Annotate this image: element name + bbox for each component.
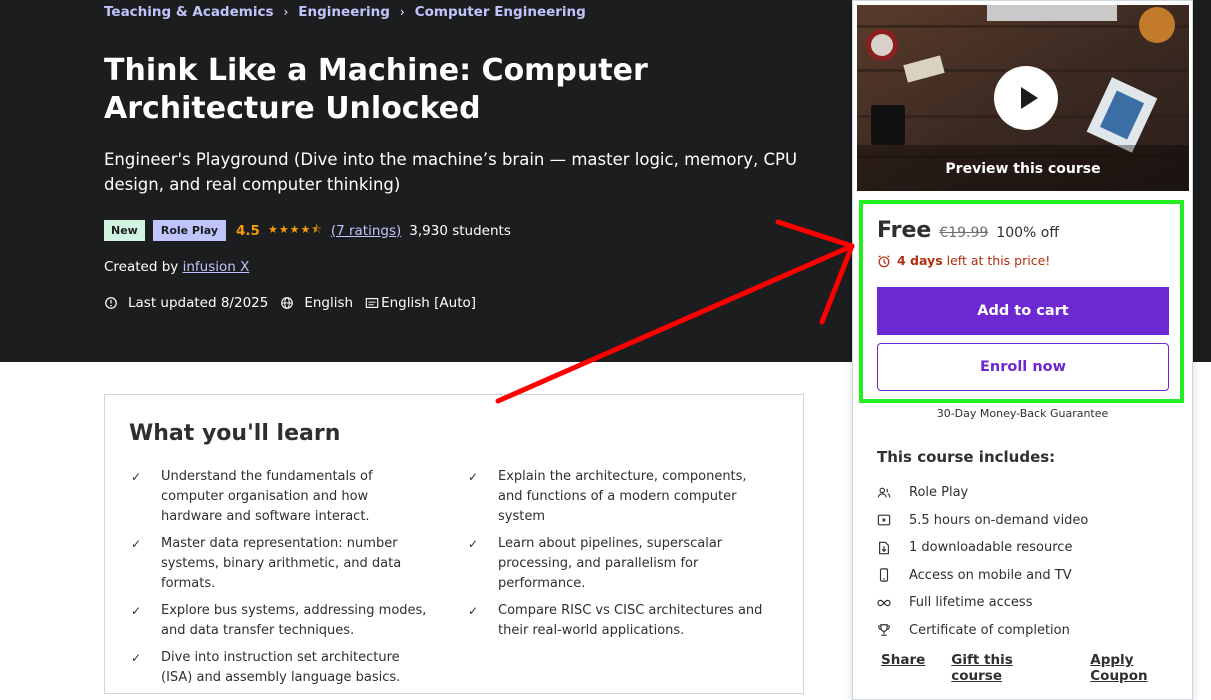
learn-item-text: Explore bus systems, addressing modes, a… [161,603,427,638]
includes-item: Role Play [877,479,1088,507]
course-stats: New Role Play 4.5 ★★★★⯪ (7 ratings) 3,93… [104,220,511,241]
includes-text: Full lifetime access [909,595,1033,611]
file-download-icon [879,541,889,555]
video-icon [877,514,891,526]
learn-column-left: ✓ Understand the fundamentals of computer… [129,467,429,695]
check-icon: ✓ [131,651,142,665]
course-meta: Last updated 8/2025 English English [Aut… [104,295,488,311]
instructor-link[interactable]: infusion X [183,259,250,275]
what-youll-learn-title: What you'll learn [129,421,341,446]
role-play-icon [877,487,891,498]
course-language: English [304,295,354,311]
rating-stars-icon: ★★★★⯪ [267,223,323,236]
includes-item: Access on mobile and TV [877,562,1088,590]
apply-coupon-link[interactable]: Apply Coupon [1090,652,1192,684]
what-youll-learn-box: What you'll learn ✓ Understand the fundam… [104,394,804,694]
course-preview[interactable]: Preview this course [857,5,1189,191]
learn-item: ✓ Understand the fundamentals of computer… [129,467,429,527]
learn-item: ✓ Learn about pipelines, superscalar proc… [466,534,766,594]
breadcrumb-engineering[interactable]: Engineering [298,4,390,20]
learn-item-text: Explain the architecture, components, an… [498,469,747,524]
includes-item: 1 downloadable resource [877,534,1088,562]
created-by-label: Created by [104,259,179,275]
learn-item: ✓ Dive into instruction set architecture … [129,648,429,688]
new-badge: New [104,220,145,241]
money-back-guarantee: 30-Day Money-Back Guarantee [936,407,1109,420]
chevron-right-icon: › [399,5,405,19]
learn-item-text: Master data representation: number syste… [161,536,402,591]
includes-item: Full lifetime access [877,589,1088,617]
play-icon [1021,87,1038,109]
learn-item-text: Dive into instruction set architecture (… [161,650,401,685]
closed-captions-icon [365,298,379,308]
learn-item-text: Understand the fundamentals of computer … [161,469,373,524]
includes-title: This course includes: [877,448,1056,466]
check-icon: ✓ [468,470,479,484]
learn-item: ✓ Compare RISC vs CISC architectures and … [466,601,766,641]
learn-item: ✓ Explore bus systems, addressing modes, … [129,601,429,641]
created-by: Created by infusion X [104,259,249,275]
learn-item-text: Learn about pipelines, superscalar proce… [498,536,723,591]
sidebar-links: Share Gift this course Apply Coupon [881,652,1192,684]
check-icon: ✓ [131,470,142,484]
check-icon: ✓ [468,537,479,551]
course-title: Think Like a Machine: Computer Architect… [104,53,648,126]
play-button[interactable] [994,66,1058,130]
role-play-badge: Role Play [152,220,227,241]
check-icon: ✓ [131,604,142,618]
breadcrumb: Teaching & Academics › Engineering › Com… [104,4,586,20]
last-updated: Last updated 8/2025 [128,295,269,311]
chevron-right-icon: › [283,5,289,19]
globe-icon [281,297,294,309]
rating-value: 4.5 [236,222,260,239]
share-link[interactable]: Share [881,652,925,684]
learn-item: ✓ Master data representation: number syst… [129,534,429,594]
course-captions: English [Auto] [381,295,477,311]
preview-label: Preview this course [945,161,1101,177]
includes-item: 5.5 hours on-demand video [877,507,1088,535]
course-subtitle: Engineer's Playground (Dive into the mac… [104,150,798,194]
highlight-box [859,200,1184,403]
learn-item-text: Compare RISC vs CISC architectures and t… [498,603,763,638]
includes-text: Certificate of completion [909,622,1070,638]
gift-course-link[interactable]: Gift this course [951,652,1064,684]
includes-list: Role Play 5.5 hours on-demand video 1 do… [877,479,1088,644]
mobile-icon [879,568,889,582]
includes-text: Role Play [909,485,969,501]
purchase-sidebar: Preview this course Free €19.99 100% off… [852,0,1193,700]
includes-text: 5.5 hours on-demand video [909,512,1089,528]
includes-item: Certificate of completion [877,617,1088,645]
trophy-icon [878,624,890,637]
infinity-icon [877,599,891,606]
includes-text: Access on mobile and TV [909,567,1072,583]
ratings-count-link[interactable]: (7 ratings) [331,223,401,239]
check-icon: ✓ [468,604,479,618]
learn-column-right: ✓ Explain the architecture, components, a… [466,467,766,648]
breadcrumb-teaching-academics[interactable]: Teaching & Academics [104,4,273,20]
students-count: 3,930 students [409,222,511,239]
check-icon: ✓ [131,537,142,551]
learn-item: ✓ Explain the architecture, components, a… [466,467,766,527]
includes-text: 1 downloadable resource [909,540,1073,556]
breadcrumb-computer-engineering[interactable]: Computer Engineering [415,4,586,20]
alert-clock-icon [105,297,117,309]
